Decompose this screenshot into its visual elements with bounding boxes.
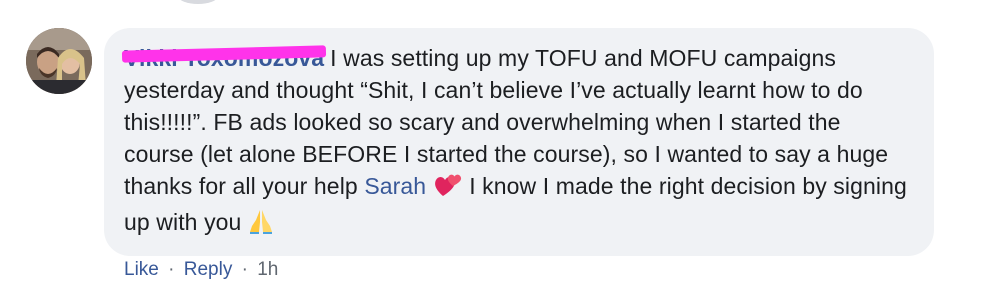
comment-author[interactable]: Vikki Toxomozova: [121, 42, 327, 74]
separator: ·: [168, 259, 175, 280]
comment-actions: Like · Reply · 1h: [124, 256, 278, 284]
comment-text: Vikki ToxomozovaI was setting up my TOFU…: [121, 42, 914, 242]
separator: ·: [241, 259, 248, 280]
previous-avatar-fragment: [178, 0, 218, 4]
two-hearts-icon: [433, 172, 463, 206]
like-button[interactable]: Like: [124, 259, 159, 280]
reply-button[interactable]: Reply: [184, 259, 233, 280]
mention-link[interactable]: Sarah: [364, 173, 426, 199]
comment: Vikki ToxomozovaI was setting up my TOFU…: [26, 28, 934, 256]
comment-thread: Vikki ToxomozovaI was setting up my TOFU…: [0, 0, 988, 296]
avatar[interactable]: [26, 28, 92, 94]
timestamp[interactable]: 1h: [257, 259, 278, 280]
folded-hands-icon: [248, 208, 274, 242]
comment-bubble: Vikki ToxomozovaI was setting up my TOFU…: [104, 28, 934, 256]
